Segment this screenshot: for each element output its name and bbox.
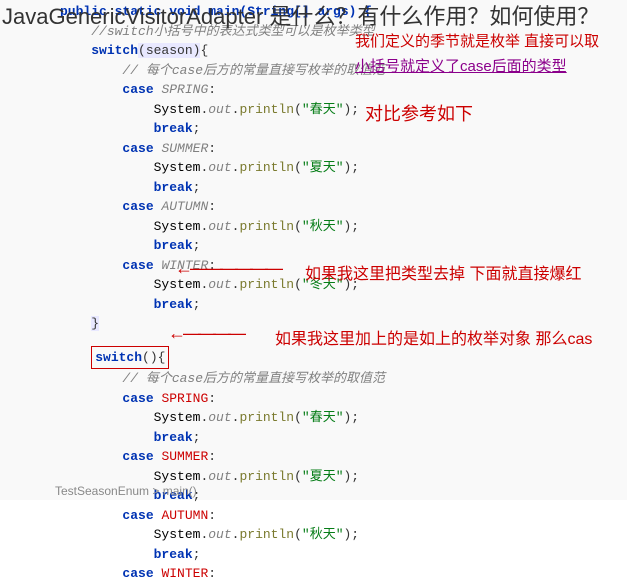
annotation-3: 对比参考如下 bbox=[365, 100, 473, 126]
mth-println: println bbox=[239, 469, 294, 484]
cls-system: System bbox=[154, 160, 201, 175]
question-title: JavaGenericVisitorAdapter 是什么？有什么作用？如何使用… bbox=[2, 2, 622, 33]
field-out: out bbox=[208, 102, 231, 117]
comment-3: // 每个case后方的常量直接写枚举的取值范 bbox=[122, 371, 385, 386]
breadcrumb[interactable]: TestSeasonEnum > main() bbox=[55, 484, 197, 498]
cls-system: System bbox=[154, 527, 201, 542]
kw-break: break bbox=[154, 180, 193, 195]
field-out: out bbox=[208, 527, 231, 542]
cls-system: System bbox=[154, 102, 201, 117]
annotation-1: 我们定义的季节就是枚举 直接可以取 bbox=[355, 30, 599, 51]
kw-break: break bbox=[154, 430, 193, 445]
mth-println: println bbox=[239, 527, 294, 542]
err-label-3: WINTER bbox=[161, 566, 208, 581]
kw-case: case bbox=[122, 141, 153, 156]
field-out: out bbox=[208, 277, 231, 292]
case-label-2: AUTUMN bbox=[161, 199, 208, 214]
close-brace: } bbox=[91, 316, 99, 331]
str-0b: "春天" bbox=[302, 410, 344, 425]
field-out: out bbox=[208, 410, 231, 425]
field-out: out bbox=[208, 160, 231, 175]
switch-arg-1: (season) bbox=[138, 43, 200, 58]
kw-case: case bbox=[122, 391, 153, 406]
mth-println: println bbox=[239, 219, 294, 234]
kw-break: break bbox=[154, 238, 193, 253]
kw-switch-2: switch bbox=[95, 350, 142, 365]
str-1: "夏天" bbox=[302, 160, 344, 175]
err-label-2: AUTUMN bbox=[161, 508, 208, 523]
annotation-4: 如果我这里把类型去掉 下面就直接爆红 bbox=[305, 260, 581, 284]
field-out: out bbox=[208, 469, 231, 484]
kw-case: case bbox=[122, 508, 153, 523]
comment-2: // 每个case后方的常量直接写枚举的取值范 bbox=[122, 63, 385, 78]
case-label-0: SPRING bbox=[161, 82, 208, 97]
cls-system: System bbox=[154, 277, 201, 292]
kw-break: break bbox=[154, 121, 193, 136]
mth-println: println bbox=[239, 160, 294, 175]
annotation-5: 如果我这里加上的是如上的枚举对象 那么cas bbox=[275, 325, 592, 349]
cls-system: System bbox=[154, 410, 201, 425]
err-label-0: SPRING bbox=[161, 391, 208, 406]
kw-case: case bbox=[122, 199, 153, 214]
cls-system: System bbox=[154, 469, 201, 484]
case-label-1: SUMMER bbox=[161, 141, 208, 156]
cls-system: System bbox=[154, 219, 201, 234]
kw-case: case bbox=[122, 566, 153, 581]
mth-println: println bbox=[239, 277, 294, 292]
str-0: "春天" bbox=[302, 102, 344, 117]
brace: { bbox=[200, 43, 208, 58]
str-1b: "夏天" bbox=[302, 469, 344, 484]
kw-switch-1: switch bbox=[91, 43, 138, 58]
kw-case: case bbox=[122, 82, 153, 97]
kw-case: case bbox=[122, 449, 153, 464]
kw-case: case bbox=[122, 258, 153, 273]
arrow-icon: ←―――― bbox=[168, 323, 243, 344]
err-label-1: SUMMER bbox=[161, 449, 208, 464]
str-2b: "秋天" bbox=[302, 527, 344, 542]
mth-println: println bbox=[239, 410, 294, 425]
annotation-2: 小括号就定义了case后面的类型 bbox=[355, 55, 567, 76]
mth-println: println bbox=[239, 102, 294, 117]
switch-arg-2: (){ bbox=[142, 350, 165, 365]
kw-break: break bbox=[154, 297, 193, 312]
arrow-icon: ←―――――― bbox=[175, 258, 280, 279]
field-out: out bbox=[208, 219, 231, 234]
error-highlight-box: switch(){ bbox=[91, 346, 169, 370]
str-2: "秋天" bbox=[302, 219, 344, 234]
kw-break: break bbox=[154, 547, 193, 562]
